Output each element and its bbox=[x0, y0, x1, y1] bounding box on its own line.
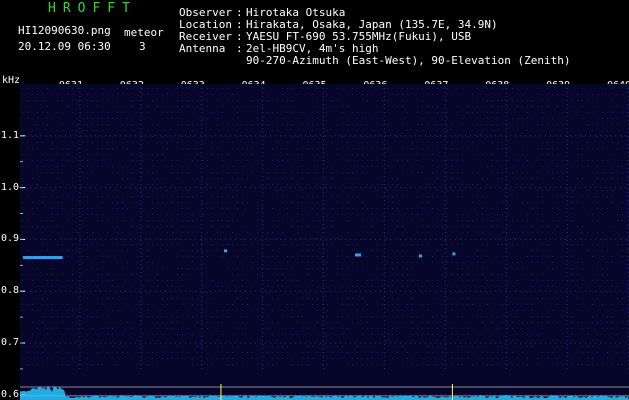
meteor-echo bbox=[452, 252, 456, 256]
y-tick-label: 0.7 bbox=[1, 337, 20, 349]
spectrogram-plot bbox=[20, 84, 629, 400]
meteor-count: 3 bbox=[139, 40, 146, 53]
app-brand: HROFFT bbox=[48, 1, 137, 16]
antenna-sep: : bbox=[236, 42, 243, 55]
spectrum-profile bbox=[20, 385, 629, 400]
y-tick-label: 1.1 bbox=[1, 129, 20, 141]
antenna-label: Antenna bbox=[179, 42, 226, 55]
y-tick-label: 0.6 bbox=[1, 388, 20, 400]
y-axis-label: kHz bbox=[2, 75, 21, 86]
y-tick-label: 1.0 bbox=[1, 181, 20, 193]
meteor-label: meteor bbox=[124, 26, 164, 39]
meteor-echo bbox=[354, 253, 362, 257]
capture-datetime: 20.12.09 06:30 bbox=[18, 40, 111, 53]
meteor-echo bbox=[224, 249, 228, 253]
image-filename: HI12090630.png bbox=[18, 24, 111, 37]
y-tick-label: 0.9 bbox=[1, 233, 20, 245]
antenna-value-2: 90-270-Azimuth (East-West), 90-Elevation… bbox=[246, 54, 571, 67]
y-tick-label: 0.8 bbox=[1, 285, 20, 297]
meteor-echo bbox=[418, 254, 422, 258]
meteor-echo bbox=[23, 256, 63, 260]
noise-texture bbox=[22, 88, 628, 365]
